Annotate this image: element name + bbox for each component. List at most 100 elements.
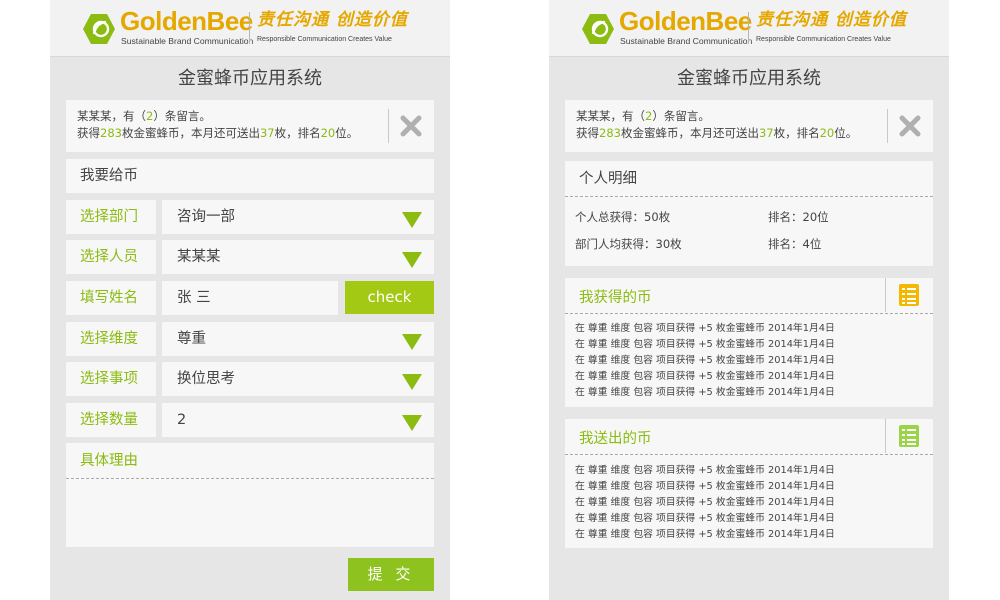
logo-divider [249,12,250,44]
sent-record: 在 尊重 维度 包容 项目获得 +5 枚金蜜蜂币 2014年1月4日 [575,481,835,492]
header: GoldenBee Sustainable Brand Communicatio… [549,0,949,57]
sent-record: 在 尊重 维度 包容 项目获得 +5 枚金蜜蜂币 2014年1月4日 [575,465,835,476]
reason-label: 具体理由 [80,453,138,469]
brand-tagline: Sustainable Brand Communication [620,36,753,46]
sent-record: 在 尊重 维度 包容 项目获得 +5 枚金蜜蜂币 2014年1月4日 [575,513,835,524]
brand-name: GoldenBee [120,6,253,36]
remaining-count: 37 [259,126,275,140]
slogan: 责任沟通 创造价值 [257,10,408,30]
header: GoldenBee Sustainable Brand Communicatio… [50,0,450,57]
sent-title: 我送出的币 [579,431,652,447]
message-text: 获得 [77,126,100,140]
dept-average: 部门人均获得：30枚 [575,237,682,251]
reason-textarea[interactable]: 具体理由 [66,443,434,547]
goldenbee-logo-icon [581,13,615,45]
matter-label: 选择事项 [66,362,156,396]
message-line-1: 某某某，有（2）条留言。 [576,108,710,124]
matter-value: 换位思考 [177,371,235,387]
message-text: ）条留言。 [652,109,710,123]
give-coin-screen: GoldenBee Sustainable Brand Communicatio… [50,0,450,600]
dashed-divider [565,196,933,197]
message-line-1: 某某某，有（2）条留言。 [77,108,211,124]
dashed-divider [565,313,933,314]
rank-value: 20 [819,126,835,140]
name-value: 张 三 [177,290,211,306]
quantity-label: 选择数量 [66,403,156,437]
rank-value: 20 [320,126,336,140]
panel-divider [885,419,886,453]
person-select[interactable]: 某某某 [162,240,434,274]
slogan-en: Responsible Communication Creates Value [756,36,891,43]
quantity-select[interactable]: 2 [162,403,434,437]
give-coin-section-title: 我要给币 [66,159,434,193]
message-text: 枚金蜜蜂币，本月还可送出 [121,126,260,140]
close-icon[interactable] [899,115,921,137]
check-button[interactable]: check [345,281,434,314]
close-icon[interactable] [400,115,422,137]
dimension-select[interactable]: 尊重 [162,322,434,356]
message-text: 枚，排名 [773,126,820,140]
message-box: 某某某，有（2）条留言。 获得283枚金蜜蜂币，本月还可送出37枚，排名20位。 [565,100,933,152]
triangle-down-icon[interactable] [402,415,422,431]
sent-coins-panel: 我送出的币 在 尊重 维度 包容 项目获得 +5 枚金蜜蜂币 2014年1月4日… [565,419,933,548]
slogan: 责任沟通 创造价值 [756,10,907,30]
name-input[interactable]: 张 三 [162,281,338,315]
message-text: 位。 [335,126,359,140]
detail-title: 个人明细 [579,171,637,187]
department-value: 咨询一部 [177,209,235,225]
message-text: 枚，排名 [274,126,321,140]
message-text: 枚金蜜蜂币，本月还可送出 [620,126,759,140]
goldenbee-logo-icon [82,13,116,45]
name-label: 填写姓名 [66,281,156,315]
received-record: 在 尊重 维度 包容 项目获得 +5 枚金蜜蜂币 2014年1月4日 [575,339,835,350]
personal-detail-screen: GoldenBee Sustainable Brand Communicatio… [549,0,949,600]
dashed-divider [565,454,933,455]
logo-divider [748,12,749,44]
department-label: 选择部门 [66,200,156,234]
triangle-down-icon[interactable] [402,212,422,228]
message-divider [388,109,389,143]
submit-button[interactable]: 提 交 [348,558,434,591]
earned-count: 283 [100,126,122,140]
triangle-down-icon[interactable] [402,374,422,390]
message-box: 某某某，有（2）条留言。 获得283枚金蜜蜂币，本月还可送出37枚，排名20位。 [66,100,434,152]
earned-count: 283 [599,126,621,140]
department-select[interactable]: 咨询一部 [162,200,434,234]
message-text: 位。 [834,126,858,140]
quantity-value: 2 [177,412,187,428]
app-title: 金蜜蜂币应用系统 [178,68,322,89]
dimension-value: 尊重 [177,331,206,347]
dashed-divider [66,478,434,479]
list-icon[interactable] [899,284,919,306]
brand-name: GoldenBee [619,6,752,36]
received-coins-panel: 我获得的币 在 尊重 维度 包容 项目获得 +5 枚金蜜蜂币 2014年1月4日… [565,278,933,407]
dept-rank: 排名：4位 [768,237,822,251]
triangle-down-icon[interactable] [402,252,422,268]
app-title: 金蜜蜂币应用系统 [677,68,821,89]
slogan-en: Responsible Communication Creates Value [257,36,392,43]
received-record: 在 尊重 维度 包容 项目获得 +5 枚金蜜蜂币 2014年1月4日 [575,371,835,382]
triangle-down-icon[interactable] [402,334,422,350]
matter-select[interactable]: 换位思考 [162,362,434,396]
sent-record: 在 尊重 维度 包容 项目获得 +5 枚金蜜蜂币 2014年1月4日 [575,497,835,508]
sent-record: 在 尊重 维度 包容 项目获得 +5 枚金蜜蜂币 2014年1月4日 [575,529,835,540]
personal-rank: 排名：20位 [768,210,829,224]
panel-divider [885,278,886,312]
received-title: 我获得的币 [579,290,652,306]
list-icon[interactable] [899,425,919,447]
person-label: 选择人员 [66,240,156,274]
message-text: 获得 [576,126,599,140]
message-text: 某某某，有（ [576,109,645,123]
person-value: 某某某 [177,249,221,265]
received-record: 在 尊重 维度 包容 项目获得 +5 枚金蜜蜂币 2014年1月4日 [575,387,835,398]
message-line-2: 获得283枚金蜜蜂币，本月还可送出37枚，排名20位。 [576,125,857,141]
brand-tagline: Sustainable Brand Communication [121,36,254,46]
message-text: ）条留言。 [153,109,211,123]
message-line-2: 获得283枚金蜜蜂币，本月还可送出37枚，排名20位。 [77,125,358,141]
message-divider [887,109,888,143]
remaining-count: 37 [758,126,774,140]
dimension-label: 选择维度 [66,322,156,356]
received-record: 在 尊重 维度 包容 项目获得 +5 枚金蜜蜂币 2014年1月4日 [575,355,835,366]
personal-detail-panel: 个人明细 个人总获得：50枚 排名：20位 部门人均获得：30枚 排名：4位 [565,161,933,266]
message-text: 某某某，有（ [77,109,146,123]
